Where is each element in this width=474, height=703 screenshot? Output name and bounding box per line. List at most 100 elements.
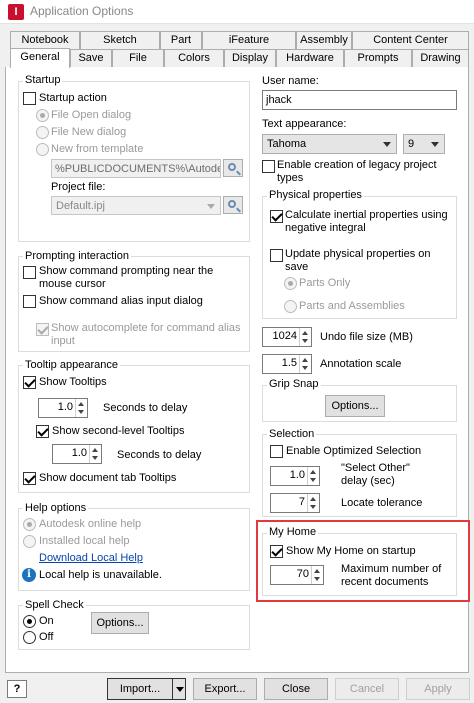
tab-prompts[interactable]: Prompts xyxy=(344,49,412,67)
annotation-scale-label: Annotation scale xyxy=(320,358,402,370)
stepper-value: 7 xyxy=(298,496,305,508)
second-level-delay-stepper[interactable]: 1.0 xyxy=(52,444,102,464)
startup-action-checkbox[interactable] xyxy=(23,92,36,105)
show-command-prompting-checkbox[interactable] xyxy=(23,266,36,279)
locate-tolerance-label: Locate tolerance xyxy=(341,497,423,509)
calc-inertial-label: Calculate inertial properties using nega… xyxy=(285,209,448,234)
startup-action-label: Startup action xyxy=(39,92,107,104)
tab-hardware[interactable]: Hardware xyxy=(276,49,344,67)
tab-label: Notebook xyxy=(21,34,69,46)
local-help-label: Installed local help xyxy=(39,535,130,547)
spell-check-on-label: On xyxy=(39,615,54,627)
spell-check-off-radio[interactable] xyxy=(23,631,36,644)
font-size-select[interactable]: 9 xyxy=(403,134,445,154)
stepper-up-icon[interactable] xyxy=(302,331,308,335)
tab-colors[interactable]: Colors xyxy=(164,49,224,67)
tab-notebook[interactable]: Notebook xyxy=(10,31,80,49)
stepper-down-icon[interactable] xyxy=(78,410,84,414)
stepper-down-icon[interactable] xyxy=(302,339,308,343)
import-button[interactable]: Import... xyxy=(107,678,173,700)
show-document-tab-tooltips-label: Show document tab Tooltips xyxy=(39,472,177,484)
local-help-radio[interactable] xyxy=(23,535,36,548)
grip-snap-options-button[interactable]: Options... xyxy=(325,395,385,417)
grip-snap-group-title: Grip Snap xyxy=(267,378,321,391)
spell-check-group-title: Spell Check xyxy=(23,599,86,612)
tooltip-delay-stepper[interactable]: 1.0 xyxy=(38,398,88,418)
online-help-radio[interactable] xyxy=(23,518,36,531)
show-alias-dialog-label: Show command alias input dialog xyxy=(39,295,203,307)
show-tooltips-label: Show Tooltips xyxy=(39,376,107,388)
stepper-down-icon[interactable] xyxy=(310,505,316,509)
tab-ifeature[interactable]: iFeature xyxy=(202,31,296,49)
tab-content-center[interactable]: Content Center xyxy=(352,31,469,49)
cancel-button[interactable]: Cancel xyxy=(335,678,399,700)
show-second-level-label: Show second-level Tooltips xyxy=(52,425,185,437)
second-level-delay-label: Seconds to delay xyxy=(117,449,202,461)
file-new-dialog-radio[interactable] xyxy=(36,126,49,139)
close-button[interactable]: Close xyxy=(264,678,328,700)
tab-general[interactable]: General xyxy=(10,48,70,68)
legacy-projects-checkbox[interactable] xyxy=(262,160,275,173)
import-dropdown-chevron-icon[interactable] xyxy=(172,678,186,700)
apply-button[interactable]: Apply xyxy=(406,678,470,700)
annotation-scale-stepper[interactable]: 1.5 xyxy=(262,354,312,374)
project-file-value: Default.ipj xyxy=(56,200,105,212)
show-tooltips-checkbox[interactable] xyxy=(23,376,36,389)
tab-part[interactable]: Part xyxy=(160,31,202,49)
template-path-field[interactable]: %PUBLICDOCUMENTS%\Autodes xyxy=(51,159,221,178)
file-open-dialog-radio[interactable] xyxy=(36,109,49,122)
tab-display[interactable]: Display xyxy=(224,49,276,67)
prompting-group-title: Prompting interaction xyxy=(23,250,131,263)
stepper-up-icon[interactable] xyxy=(310,497,316,501)
new-from-template-radio[interactable] xyxy=(36,143,49,156)
tab-assembly[interactable]: Assembly xyxy=(296,31,352,49)
spell-check-options-button[interactable]: Options... xyxy=(91,612,149,634)
parts-only-radio[interactable] xyxy=(284,277,297,290)
export-button[interactable]: Export... xyxy=(193,678,257,700)
spell-check-on-radio[interactable] xyxy=(23,615,36,628)
tab-sketch[interactable]: Sketch xyxy=(80,31,160,49)
file-open-dialog-label: File Open dialog xyxy=(51,109,132,121)
parts-only-label: Parts Only xyxy=(299,277,351,289)
show-autocomplete-label: Show autocomplete for command alias inpu… xyxy=(51,322,241,347)
show-autocomplete-checkbox[interactable] xyxy=(36,323,49,336)
text-appearance-label: Text appearance: xyxy=(262,118,347,130)
font-value: Tahoma xyxy=(267,138,307,150)
optimized-selection-checkbox[interactable] xyxy=(270,445,283,458)
stepper-down-icon[interactable] xyxy=(92,456,98,460)
tab-file[interactable]: File xyxy=(112,49,164,67)
stepper-up-icon[interactable] xyxy=(310,470,316,474)
stepper-value: 1.0 xyxy=(57,401,73,413)
stepper-up-icon[interactable] xyxy=(92,448,98,452)
stepper-up-icon[interactable] xyxy=(78,402,84,406)
help-options-group-title: Help options xyxy=(23,502,89,515)
font-size-value: 9 xyxy=(408,138,415,150)
font-select[interactable]: Tahoma xyxy=(262,134,397,154)
tab-drawing[interactable]: Drawing xyxy=(412,49,469,67)
calc-inertial-checkbox[interactable] xyxy=(270,210,283,223)
stepper-down-icon[interactable] xyxy=(302,366,308,370)
project-file-select[interactable]: Default.ipj xyxy=(51,196,221,215)
parts-and-assemblies-radio[interactable] xyxy=(284,300,297,313)
show-alias-dialog-checkbox[interactable] xyxy=(23,295,36,308)
undo-file-size-stepper[interactable]: 1024 xyxy=(262,327,312,347)
show-second-level-checkbox[interactable] xyxy=(36,425,49,438)
new-from-template-label: New from template xyxy=(51,143,144,155)
user-name-field[interactable]: jhack xyxy=(262,90,457,110)
browse-magnifier-icon xyxy=(228,200,236,208)
tab-save[interactable]: Save xyxy=(70,49,112,67)
stepper-up-icon[interactable] xyxy=(302,358,308,362)
my-home-highlight-box xyxy=(256,520,470,602)
stepper-down-icon[interactable] xyxy=(310,478,316,482)
tab-label: File xyxy=(129,52,147,64)
select-other-delay-stepper[interactable]: 1.0 xyxy=(270,466,320,486)
tab-label: Drawing xyxy=(420,52,461,64)
locate-tolerance-stepper[interactable]: 7 xyxy=(270,493,320,513)
template-browse-button[interactable] xyxy=(223,159,243,177)
info-icon: i xyxy=(22,568,36,582)
help-question-icon[interactable]: ? xyxy=(7,680,27,698)
show-document-tab-tooltips-checkbox[interactable] xyxy=(23,472,36,485)
update-on-save-checkbox[interactable] xyxy=(270,249,283,262)
download-local-help-link[interactable]: Download Local Help xyxy=(39,552,143,564)
project-browse-button[interactable] xyxy=(223,196,243,214)
